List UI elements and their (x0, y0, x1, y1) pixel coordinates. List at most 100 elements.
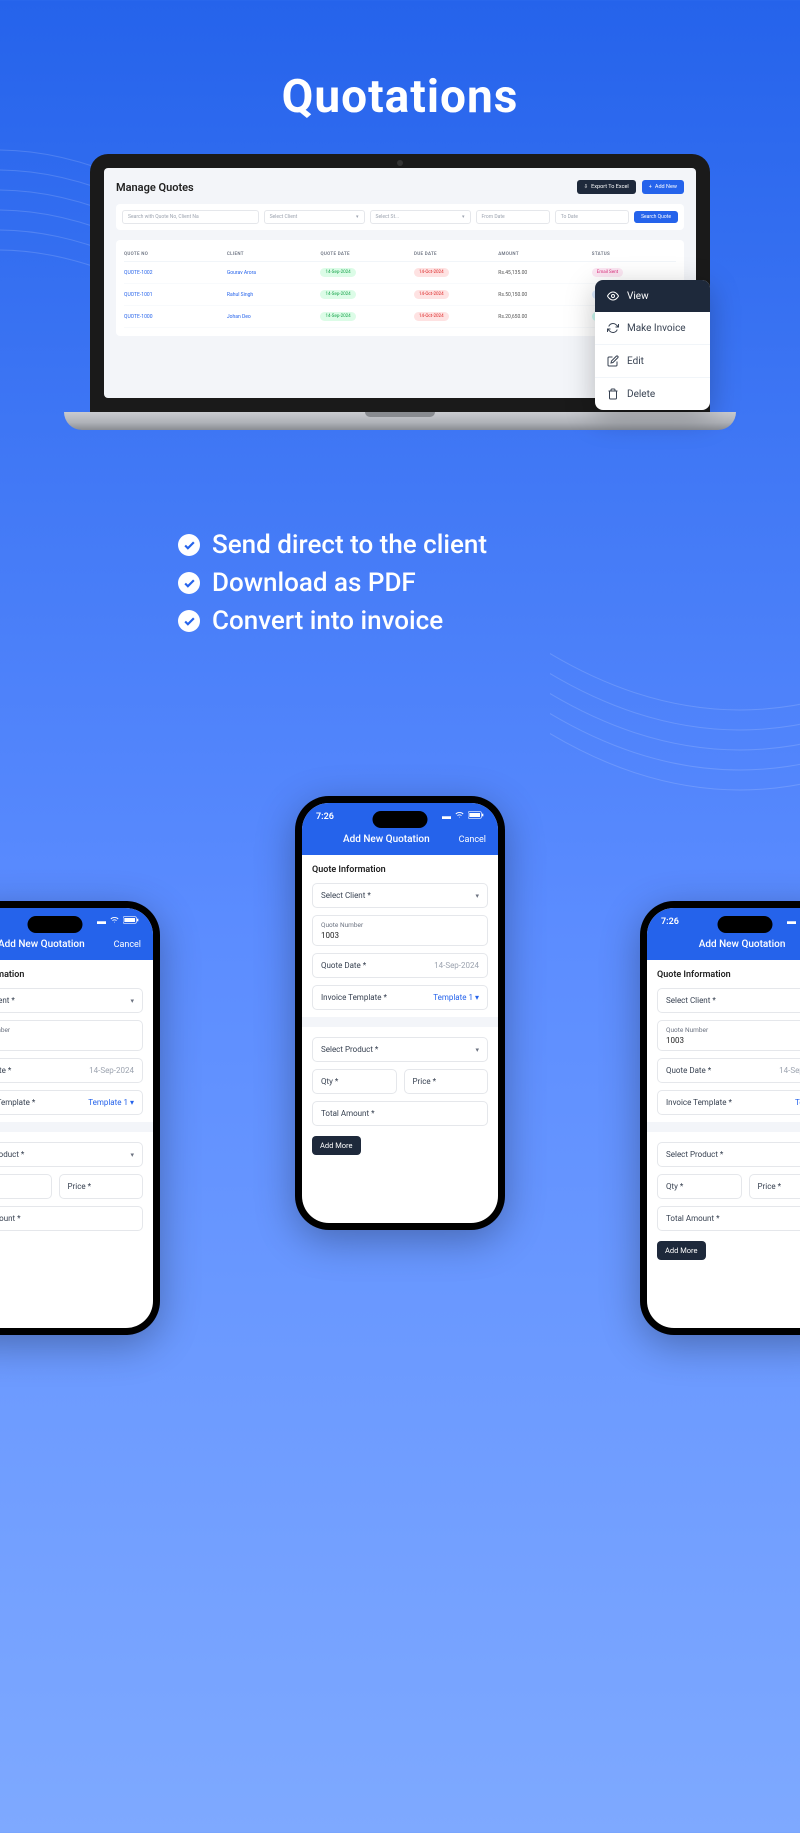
field-value: 1003 (666, 1036, 800, 1045)
mobile-title: Add New Quotation (343, 834, 430, 845)
price-field[interactable]: Price * (404, 1069, 489, 1094)
client-link[interactable]: Gourav Arora (227, 270, 321, 276)
add-new-button[interactable]: + Add New (642, 180, 684, 194)
export-excel-button[interactable]: ⇩ Export To Excel (577, 180, 636, 194)
amount-cell: Rs.45,135.00 (498, 270, 592, 276)
menu-view-label: View (627, 291, 649, 302)
quote-no-link[interactable]: QUOTE-1001 (124, 292, 227, 298)
add-label: Add New (655, 184, 677, 190)
invoice-template-field[interactable]: Invoice Template * Templat (657, 1090, 800, 1115)
invoice-template-field[interactable]: Invoice Template * Template 1 ▾ (312, 985, 488, 1010)
total-field[interactable]: tal Amount * (0, 1206, 143, 1231)
field-label: Quote Date * (666, 1066, 711, 1075)
menu-delete-label: Delete (627, 389, 655, 400)
field-label: Qty * (321, 1077, 338, 1086)
chevron-down-icon: ▾ (130, 1151, 134, 1159)
export-label: Export To Excel (591, 184, 629, 190)
col-status: STATUS (592, 252, 676, 257)
dynamic-island (718, 916, 773, 933)
quote-number-field[interactable]: Quote Number 1003 (312, 915, 488, 946)
quote-date-field[interactable]: Quote Date * 14-Sep-2024 (657, 1058, 800, 1083)
select-product-field[interactable]: lect Product * ▾ (0, 1142, 143, 1167)
menu-edit[interactable]: Edit (595, 345, 710, 378)
quote-number-field[interactable]: ote Number 03 (0, 1020, 143, 1051)
status-select-label: Select St... (376, 214, 400, 220)
field-label: Total Amount * (321, 1109, 375, 1118)
client-select[interactable]: Select Client▾ (264, 210, 365, 224)
select-client-field[interactable]: Select Client * ▾ (657, 988, 800, 1013)
cancel-button[interactable]: Cancel (459, 835, 486, 845)
mobile-header: Add New Quotation C (647, 931, 800, 960)
manage-quotes-title: Manage Quotes (116, 181, 194, 194)
section-heading: Quote Information (312, 865, 488, 875)
select-client-field[interactable]: ect Client * ▾ (0, 988, 143, 1013)
qty-field[interactable]: Qty * (657, 1174, 742, 1199)
date-badge: 14-Sep-2024 (320, 268, 355, 277)
feature-item: Convert into invoice (178, 606, 800, 636)
to-date-input[interactable]: To Date (555, 210, 629, 224)
total-field[interactable]: Total Amount * (657, 1206, 800, 1231)
col-quote-no: QUOTE NO (124, 252, 227, 257)
field-label: Total Amount * (666, 1214, 720, 1223)
feature-text: Send direct to the client (212, 530, 487, 560)
col-quote-date: QUOTE DATE (320, 252, 414, 257)
total-field[interactable]: Total Amount * (312, 1101, 488, 1126)
feature-item: Send direct to the client (178, 530, 800, 560)
price-field[interactable]: Price * (59, 1174, 144, 1199)
select-product-field[interactable]: Select Product * ▾ (657, 1142, 800, 1167)
mobile-title: Add New Quotation (0, 939, 85, 950)
status-time: 7:26 (661, 917, 679, 927)
chevron-down-icon: ▾ (475, 892, 479, 900)
field-value: 14-Sep-2024 (89, 1066, 134, 1075)
add-more-button[interactable]: Add More (312, 1136, 361, 1155)
add-more-button[interactable]: Add More (657, 1241, 706, 1260)
search-quote-button[interactable]: Search Quote (634, 211, 678, 223)
client-link[interactable]: Rahul Singh (227, 292, 321, 298)
download-icon: ⇩ (584, 184, 589, 190)
quote-date-field[interactable]: ote Date * 14-Sep-2024 (0, 1058, 143, 1083)
select-client-field[interactable]: Select Client * ▾ (312, 883, 488, 908)
quote-no-link[interactable]: QUOTE-1002 (124, 270, 227, 276)
chevron-down-icon: ▾ (356, 214, 359, 220)
field-label: Quote Date * (321, 961, 366, 970)
quote-date-field[interactable]: Quote Date * 14-Sep-2024 (312, 953, 488, 978)
chevron-down-icon: ▾ (462, 214, 465, 220)
battery-icon (468, 811, 484, 822)
section-divider (647, 1122, 800, 1132)
page-title: Quotations (0, 0, 800, 124)
search-input[interactable]: Search with Quote No, Client Na (122, 210, 259, 224)
mobile-title: Add New Quotation (699, 939, 786, 950)
field-label: Quote Number (321, 921, 479, 929)
cancel-button[interactable]: Cancel (114, 940, 141, 950)
feature-item: Download as PDF (178, 568, 800, 598)
menu-make-invoice[interactable]: Make Invoice (595, 312, 710, 345)
phone-mockup-right: 7:26 ▬ Add New Quotation C Quote Informa… (640, 901, 800, 1335)
field-label: ect Client * (0, 996, 15, 1005)
menu-view[interactable]: View (595, 280, 710, 312)
date-badge: 14-Oct-2024 (414, 268, 449, 277)
qty-field[interactable]: Qty * (312, 1069, 397, 1094)
quote-number-field[interactable]: Quote Number 1003 (657, 1020, 800, 1051)
menu-delete[interactable]: Delete (595, 378, 710, 410)
table-row[interactable]: QUOTE-1001 Rahul Singh 14-Sep-2024 14-Oc… (124, 284, 676, 306)
table-row[interactable]: QUOTE-1002 Gourav Arora 14-Sep-2024 14-O… (124, 262, 676, 284)
invoice-template-field[interactable]: voice Template * Template 1 ▾ (0, 1090, 143, 1115)
col-due-date: DUE DATE (414, 252, 498, 257)
status-select[interactable]: Select St... ▾ (370, 210, 471, 224)
select-product-field[interactable]: Select Product * ▾ (312, 1037, 488, 1062)
price-field[interactable]: Price * (749, 1174, 800, 1199)
menu-make-invoice-label: Make Invoice (627, 323, 686, 334)
mobile-header: Add New Quotation Cancel (302, 826, 498, 855)
section-divider (0, 1122, 153, 1132)
feature-text: Convert into invoice (212, 606, 443, 636)
qty-field[interactable]: ty * (0, 1174, 52, 1199)
quote-no-link[interactable]: QUOTE-1000 (124, 314, 227, 320)
signal-icon: ▬ (97, 916, 106, 927)
check-icon (178, 572, 200, 594)
table-row[interactable]: QUOTE-1000 Johan Deo 14-Sep-2024 14-Oct-… (124, 306, 676, 328)
field-value: 03 (0, 1036, 134, 1045)
from-date-input[interactable]: From Date (476, 210, 550, 224)
client-link[interactable]: Johan Deo (227, 314, 321, 320)
field-label: Price * (413, 1077, 437, 1086)
field-label: Select Client * (666, 996, 716, 1005)
